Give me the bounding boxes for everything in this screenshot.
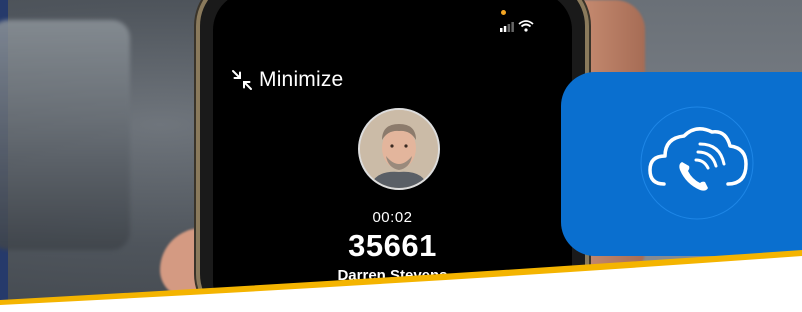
bottom-wave-accent	[0, 250, 802, 312]
hero-banner: Minimize 00:02 35661 Darren Stevens	[0, 0, 802, 312]
